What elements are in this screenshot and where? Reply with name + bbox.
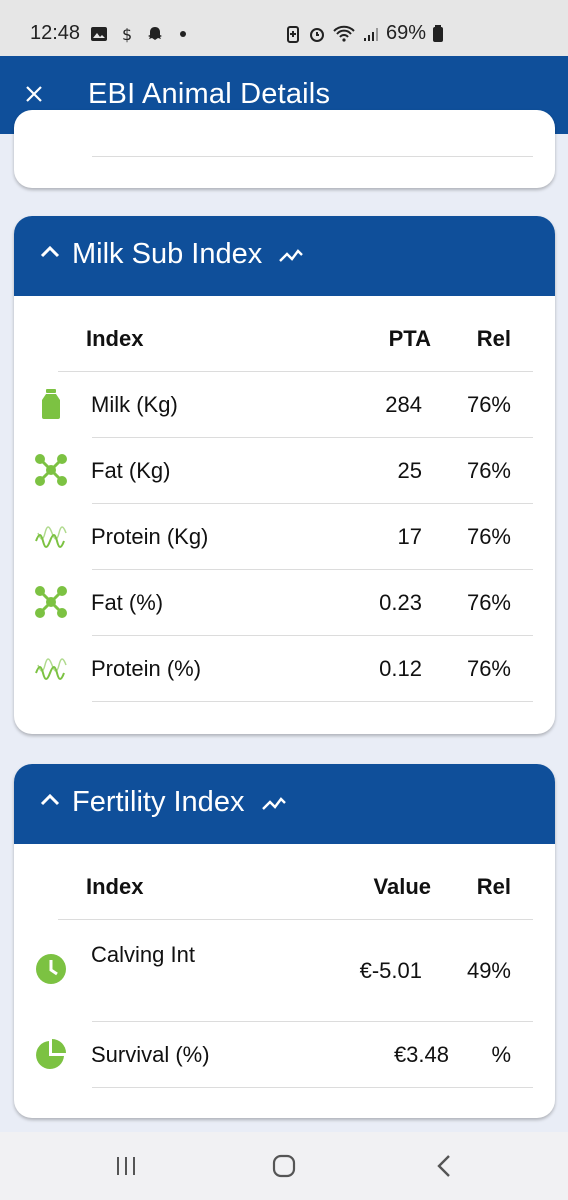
milk-card-title: Milk Sub Index — [72, 238, 306, 271]
close-icon — [26, 86, 42, 102]
clock-icon — [36, 954, 66, 984]
header-rel: Rel — [476, 326, 511, 351]
wifi-icon — [333, 25, 355, 42]
header-index: Index — [86, 874, 144, 899]
snapchat-icon — [148, 26, 163, 40]
row-label: Protein (Kg) — [91, 524, 209, 549]
row-value: €3.48 — [393, 1042, 449, 1067]
status-time: 12:48 — [30, 22, 81, 44]
molecule-icon — [35, 586, 67, 618]
row-label: Fat (%) — [91, 590, 164, 615]
header-rel: Rel — [476, 874, 511, 899]
row-value: 284 — [385, 392, 422, 417]
header-index: Index — [86, 326, 144, 351]
close-button[interactable] — [18, 78, 50, 110]
milk-card-header[interactable]: Milk Sub Index — [14, 216, 555, 296]
page-title: EBI Animal Details — [88, 78, 331, 110]
row-value: 0.23 — [379, 590, 422, 615]
back-icon — [437, 1155, 450, 1177]
row-rel: 49% — [466, 958, 511, 983]
divider — [92, 156, 533, 157]
alarm-icon — [310, 27, 324, 42]
system-nav-bar — [0, 1132, 568, 1200]
milk-sub-index-card: Milk Sub Index Index PTA Rel Milk (Kg) 2… — [14, 216, 555, 734]
fertility-table-header: Index Value Rel — [14, 844, 555, 920]
battery-percent: 69% — [386, 22, 427, 44]
protein-helix-icon — [35, 526, 67, 548]
row-rel: % — [491, 1042, 511, 1067]
recent-apps-button[interactable] — [106, 1150, 146, 1182]
milk-card-title-text: Milk Sub Index — [72, 238, 263, 270]
fertility-card-title: Fertility Index — [72, 786, 289, 819]
pie-chart-icon — [36, 1039, 66, 1069]
row-label: Calving Int — [91, 942, 195, 967]
trend-icon — [261, 797, 286, 811]
row-rel: 76% — [466, 590, 511, 615]
milk-bottle-icon — [42, 389, 60, 419]
header-pta: PTA — [388, 326, 431, 351]
home-icon — [272, 1154, 296, 1178]
row-label: Protein (%) — [91, 656, 202, 681]
row-rel: 76% — [466, 458, 511, 483]
row-rel: 76% — [466, 656, 511, 681]
recent-apps-icon — [117, 1157, 135, 1175]
row-rel: 76% — [466, 392, 511, 417]
trend-icon — [279, 249, 304, 263]
chevron-up-icon — [40, 793, 60, 806]
table-row: Fat (Kg) 25 76% — [14, 438, 555, 504]
molecule-icon — [35, 454, 67, 486]
dollar-icon: $ — [122, 25, 132, 43]
battery-saver-icon — [287, 25, 299, 43]
row-value: 0.12 — [379, 656, 422, 681]
milk-table-header: Index PTA Rel — [14, 296, 555, 372]
gallery-icon — [91, 26, 108, 41]
previous-card — [14, 110, 555, 188]
dot-icon — [180, 30, 187, 37]
row-rel: 76% — [466, 524, 511, 549]
chevron-up-icon — [40, 245, 60, 258]
row-label: Milk (Kg) — [91, 392, 178, 417]
table-row: Protein (%) 0.12 76% — [14, 636, 555, 702]
signal-icon — [364, 27, 378, 41]
divider — [92, 701, 533, 702]
row-value: €-5.01 — [359, 958, 422, 983]
row-label: Fat (Kg) — [91, 458, 171, 483]
back-button[interactable] — [424, 1150, 464, 1182]
protein-helix-icon — [35, 658, 67, 680]
status-left: 12:48 $ — [30, 22, 192, 45]
table-row: Survival (%) €3.48 % — [14, 1022, 555, 1088]
table-row: Calving Int €-5.01 49% — [14, 920, 555, 1022]
svg-text:$: $ — [122, 25, 132, 43]
home-button[interactable] — [264, 1150, 304, 1182]
fertility-card-title-text: Fertility Index — [72, 786, 245, 818]
row-value: 17 — [397, 524, 422, 549]
divider — [92, 1087, 533, 1088]
fertility-card-header[interactable]: Fertility Index — [14, 764, 555, 844]
table-row: Milk (Kg) 284 76% — [14, 372, 555, 438]
row-value: 25 — [397, 458, 422, 483]
status-bar: 12:48 $ 69% — [0, 0, 568, 56]
table-row: Fat (%) 0.23 76% — [14, 570, 555, 636]
fertility-index-card: Fertility Index Index Value Rel Calving … — [14, 764, 555, 1118]
row-label: Survival (%) — [91, 1042, 210, 1067]
header-value: Value — [373, 874, 431, 899]
battery-icon — [433, 24, 444, 42]
table-row: Protein (Kg) 17 76% — [14, 504, 555, 570]
status-right: 69% — [284, 22, 444, 45]
